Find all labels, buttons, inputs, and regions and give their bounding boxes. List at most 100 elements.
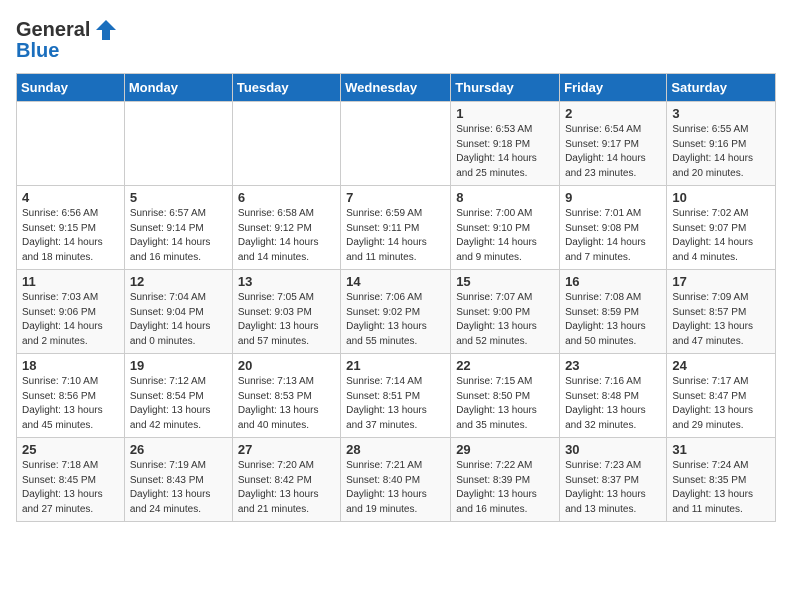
calendar-cell: 11 Sunrise: 7:03 AM Sunset: 9:06 PM Dayli… [17, 270, 125, 354]
day-header-thursday: Thursday [451, 74, 560, 102]
day-number: 5 [130, 190, 227, 205]
day-number: 25 [22, 442, 119, 457]
day-info: Sunrise: 7:15 AM Sunset: 8:50 PM Dayligh… [456, 375, 554, 433]
day-header-friday: Friday [560, 74, 667, 102]
day-info: Sunrise: 6:53 AM Sunset: 9:18 PM Dayligh… [456, 123, 554, 181]
calendar-cell [341, 102, 451, 186]
day-info: Sunrise: 7:02 AM Sunset: 9:07 PM Dayligh… [672, 207, 770, 265]
day-info: Sunrise: 6:54 AM Sunset: 9:17 PM Dayligh… [565, 123, 661, 181]
week-row-4: 18 Sunrise: 7:10 AM Sunset: 8:56 PM Dayli… [17, 354, 776, 438]
day-number: 23 [565, 358, 661, 373]
calendar-cell: 2 Sunrise: 6:54 AM Sunset: 9:17 PM Daylig… [560, 102, 667, 186]
calendar-cell: 8Sunrise: 7:00 AM Sunset: 9:10 PM Daylig… [451, 186, 560, 270]
day-number: 21 [346, 358, 445, 373]
day-info: Sunrise: 7:07 AM Sunset: 9:00 PM Dayligh… [456, 291, 554, 349]
calendar-cell: 12 Sunrise: 7:04 AM Sunset: 9:04 PM Dayli… [124, 270, 232, 354]
week-row-5: 25Sunrise: 7:18 AM Sunset: 8:45 PM Dayli… [17, 438, 776, 522]
day-info: Sunrise: 6:56 AM Sunset: 9:15 PM Dayligh… [22, 207, 119, 265]
calendar-cell: 23 Sunrise: 7:16 AM Sunset: 8:48 PM Dayli… [560, 354, 667, 438]
day-info: Sunrise: 7:17 AM Sunset: 8:47 PM Dayligh… [672, 375, 770, 433]
calendar-cell: 20Sunrise: 7:13 AM Sunset: 8:53 PM Dayli… [232, 354, 340, 438]
day-number: 12 [130, 274, 227, 289]
week-row-2: 4 Sunrise: 6:56 AM Sunset: 9:15 PM Daylig… [17, 186, 776, 270]
day-info: Sunrise: 6:57 AM Sunset: 9:14 PM Dayligh… [130, 207, 227, 265]
calendar-cell: 18 Sunrise: 7:10 AM Sunset: 8:56 PM Dayli… [17, 354, 125, 438]
day-number: 4 [22, 190, 119, 205]
day-number: 27 [238, 442, 335, 457]
day-info: Sunrise: 7:24 AM Sunset: 8:35 PM Dayligh… [672, 459, 770, 517]
day-number: 9 [565, 190, 661, 205]
logo-icon [92, 16, 120, 44]
day-number: 8 [456, 190, 554, 205]
calendar-cell: 27 Sunrise: 7:20 AM Sunset: 8:42 PM Dayli… [232, 438, 340, 522]
calendar-cell: 26Sunrise: 7:19 AM Sunset: 8:43 PM Dayli… [124, 438, 232, 522]
day-number: 18 [22, 358, 119, 373]
calendar-cell: 19Sunrise: 7:12 AM Sunset: 8:54 PM Dayli… [124, 354, 232, 438]
day-info: Sunrise: 7:04 AM Sunset: 9:04 PM Dayligh… [130, 291, 227, 349]
day-info: Sunrise: 7:08 AM Sunset: 8:59 PM Dayligh… [565, 291, 661, 349]
calendar-table: SundayMondayTuesdayWednesdayThursdayFrid… [16, 73, 776, 522]
calendar-cell: 21 Sunrise: 7:14 AM Sunset: 8:51 PM Dayli… [341, 354, 451, 438]
day-number: 28 [346, 442, 445, 457]
calendar-cell: 5 Sunrise: 6:57 AM Sunset: 9:14 PM Daylig… [124, 186, 232, 270]
day-number: 29 [456, 442, 554, 457]
week-row-1: 1 Sunrise: 6:53 AM Sunset: 9:18 PM Daylig… [17, 102, 776, 186]
calendar-cell [232, 102, 340, 186]
calendar-cell: 16 Sunrise: 7:08 AM Sunset: 8:59 PM Dayli… [560, 270, 667, 354]
calendar-cell: 6Sunrise: 6:58 AM Sunset: 9:12 PM Daylig… [232, 186, 340, 270]
day-number: 16 [565, 274, 661, 289]
calendar-cell: 7 Sunrise: 6:59 AM Sunset: 9:11 PM Daylig… [341, 186, 451, 270]
day-info: Sunrise: 6:59 AM Sunset: 9:11 PM Dayligh… [346, 207, 445, 265]
day-number: 2 [565, 106, 661, 121]
calendar-cell: 3 Sunrise: 6:55 AM Sunset: 9:16 PM Daylig… [667, 102, 776, 186]
calendar-cell [17, 102, 125, 186]
logo-general-text: General [16, 19, 90, 42]
calendar-cell: 31 Sunrise: 7:24 AM Sunset: 8:35 PM Dayli… [667, 438, 776, 522]
day-info: Sunrise: 7:19 AM Sunset: 8:43 PM Dayligh… [130, 459, 227, 517]
calendar-cell: 4 Sunrise: 6:56 AM Sunset: 9:15 PM Daylig… [17, 186, 125, 270]
day-info: Sunrise: 7:05 AM Sunset: 9:03 PM Dayligh… [238, 291, 335, 349]
day-number: 3 [672, 106, 770, 121]
day-info: Sunrise: 7:03 AM Sunset: 9:06 PM Dayligh… [22, 291, 119, 349]
calendar-cell [124, 102, 232, 186]
page-header: General Blue [16, 16, 776, 63]
calendar-cell: 1 Sunrise: 6:53 AM Sunset: 9:18 PM Daylig… [451, 102, 560, 186]
day-header-wednesday: Wednesday [341, 74, 451, 102]
day-info: Sunrise: 7:22 AM Sunset: 8:39 PM Dayligh… [456, 459, 554, 517]
day-info: Sunrise: 7:23 AM Sunset: 8:37 PM Dayligh… [565, 459, 661, 517]
day-number: 14 [346, 274, 445, 289]
day-header-sunday: Sunday [17, 74, 125, 102]
calendar-cell: 25Sunrise: 7:18 AM Sunset: 8:45 PM Dayli… [17, 438, 125, 522]
day-number: 13 [238, 274, 335, 289]
day-header-tuesday: Tuesday [232, 74, 340, 102]
day-info: Sunrise: 7:21 AM Sunset: 8:40 PM Dayligh… [346, 459, 445, 517]
day-number: 31 [672, 442, 770, 457]
day-info: Sunrise: 7:10 AM Sunset: 8:56 PM Dayligh… [22, 375, 119, 433]
day-info: Sunrise: 6:55 AM Sunset: 9:16 PM Dayligh… [672, 123, 770, 181]
day-number: 22 [456, 358, 554, 373]
calendar-cell: 29 Sunrise: 7:22 AM Sunset: 8:39 PM Dayli… [451, 438, 560, 522]
day-info: Sunrise: 7:14 AM Sunset: 8:51 PM Dayligh… [346, 375, 445, 433]
day-number: 24 [672, 358, 770, 373]
day-number: 7 [346, 190, 445, 205]
day-info: Sunrise: 7:01 AM Sunset: 9:08 PM Dayligh… [565, 207, 661, 265]
calendar-cell: 17 Sunrise: 7:09 AM Sunset: 8:57 PM Dayli… [667, 270, 776, 354]
day-number: 11 [22, 274, 119, 289]
day-number: 6 [238, 190, 335, 205]
day-header-monday: Monday [124, 74, 232, 102]
calendar-cell: 13 Sunrise: 7:05 AM Sunset: 9:03 PM Dayli… [232, 270, 340, 354]
day-info: Sunrise: 7:06 AM Sunset: 9:02 PM Dayligh… [346, 291, 445, 349]
day-header-saturday: Saturday [667, 74, 776, 102]
calendar-cell: 15Sunrise: 7:07 AM Sunset: 9:00 PM Dayli… [451, 270, 560, 354]
day-number: 30 [565, 442, 661, 457]
day-info: Sunrise: 7:20 AM Sunset: 8:42 PM Dayligh… [238, 459, 335, 517]
logo: General Blue [16, 16, 120, 63]
header-row: SundayMondayTuesdayWednesdayThursdayFrid… [17, 74, 776, 102]
day-number: 17 [672, 274, 770, 289]
day-info: Sunrise: 7:16 AM Sunset: 8:48 PM Dayligh… [565, 375, 661, 433]
day-info: Sunrise: 7:12 AM Sunset: 8:54 PM Dayligh… [130, 375, 227, 433]
calendar-cell: 24 Sunrise: 7:17 AM Sunset: 8:47 PM Dayli… [667, 354, 776, 438]
day-number: 1 [456, 106, 554, 121]
calendar-cell: 10Sunrise: 7:02 AM Sunset: 9:07 PM Dayli… [667, 186, 776, 270]
day-info: Sunrise: 7:09 AM Sunset: 8:57 PM Dayligh… [672, 291, 770, 349]
